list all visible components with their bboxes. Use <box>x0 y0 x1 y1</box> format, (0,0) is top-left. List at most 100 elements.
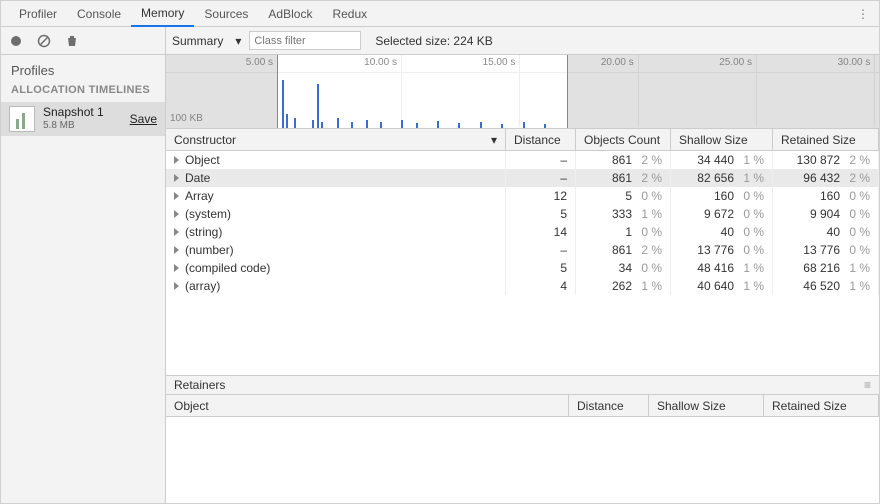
allocation-bar <box>380 122 382 128</box>
retained-size-cell: 9 9040 % <box>773 205 879 223</box>
col-objects-count[interactable]: Objects Count <box>576 129 671 150</box>
chevron-down-icon: ▾ <box>235 34 241 48</box>
distance-cell: – <box>506 241 576 259</box>
allocation-bar <box>458 123 460 128</box>
snapshot-name: Snapshot 1 <box>43 106 104 120</box>
overview-selection-handle-right[interactable] <box>567 55 879 128</box>
clear-icon[interactable] <box>37 34 51 48</box>
constructor-name: (string) <box>185 225 222 239</box>
objects-count-cell: 10 % <box>576 223 671 241</box>
allocation-bar <box>523 122 525 128</box>
trash-icon[interactable] <box>65 34 79 48</box>
allocation-bar <box>351 122 353 128</box>
tab-adblock[interactable]: AdBlock <box>258 1 322 26</box>
shallow-size-cell: 82 6561 % <box>671 169 773 187</box>
col-constructor[interactable]: Constructor ▾ <box>166 129 506 150</box>
shallow-size-cell: 400 % <box>671 223 773 241</box>
retainers-col-shallow[interactable]: Shallow Size <box>649 395 764 416</box>
record-icon[interactable] <box>9 34 23 48</box>
tab-profiler[interactable]: Profiler <box>9 1 67 26</box>
tab-memory[interactable]: Memory <box>131 1 194 27</box>
kebab-menu-icon[interactable]: ⋮ <box>847 7 879 21</box>
tab-sources[interactable]: Sources <box>194 1 258 26</box>
allocation-overview[interactable]: 5.00 s10.00 s15.00 s20.00 s25.00 s30.00 … <box>166 55 879 129</box>
allocation-bar <box>337 118 339 128</box>
constructor-name: Array <box>185 189 214 203</box>
table-row[interactable]: (number)–8612 %13 7760 %13 7760 % <box>166 241 879 259</box>
heap-table-body[interactable]: Object–8612 %34 4401 %130 8722 %Date–861… <box>166 151 879 375</box>
table-row[interactable]: (system)53331 %9 6720 %9 9040 % <box>166 205 879 223</box>
retained-size-cell: 130 8722 % <box>773 151 879 169</box>
shallow-size-cell: 34 4401 % <box>671 151 773 169</box>
allocation-bar <box>282 80 284 128</box>
allocation-bar <box>317 84 319 128</box>
retainers-col-retained[interactable]: Retained Size <box>764 395 879 416</box>
expand-icon[interactable] <box>174 282 179 290</box>
distance-cell: 4 <box>506 277 576 295</box>
allocation-bar <box>480 122 482 128</box>
objects-count-cell: 8612 % <box>576 151 671 169</box>
allocation-bar <box>294 118 296 128</box>
profiles-heading: Profiles <box>1 55 165 84</box>
summary-toolbar: Summary ▾ Selected size: 224 KB <box>166 27 879 55</box>
col-retained-size[interactable]: Retained Size <box>773 129 879 150</box>
allocation-bar <box>501 124 503 128</box>
retained-size-cell: 400 % <box>773 223 879 241</box>
expand-icon[interactable] <box>174 246 179 254</box>
retainers-heading: Retainers ≡ <box>166 375 879 395</box>
overview-tick: 15.00 s <box>483 57 516 68</box>
col-distance[interactable]: Distance <box>506 129 576 150</box>
tab-console[interactable]: Console <box>67 1 131 26</box>
table-row[interactable]: Date–8612 %82 6561 %96 4322 % <box>166 169 879 187</box>
objects-count-cell: 2621 % <box>576 277 671 295</box>
expand-icon[interactable] <box>174 210 179 218</box>
expand-icon[interactable] <box>174 192 179 200</box>
retained-size-cell: 46 5201 % <box>773 277 879 295</box>
expand-icon[interactable] <box>174 156 179 164</box>
retainers-menu-icon[interactable]: ≡ <box>864 378 871 392</box>
shallow-size-cell: 13 7760 % <box>671 241 773 259</box>
distance-cell: 14 <box>506 223 576 241</box>
objects-count-cell: 3331 % <box>576 205 671 223</box>
allocation-bar <box>312 120 314 128</box>
snapshot-item[interactable]: Snapshot 1 5.8 MB Save <box>1 102 165 136</box>
view-mode-label: Summary <box>172 34 223 48</box>
selected-size-label: Selected size: 224 KB <box>375 34 492 48</box>
allocation-timelines-heading: ALLOCATION TIMELINES <box>1 84 165 102</box>
allocation-bar <box>416 123 418 128</box>
shallow-size-cell: 40 6401 % <box>671 277 773 295</box>
retainers-body[interactable] <box>166 417 879 503</box>
shallow-size-cell: 9 6720 % <box>671 205 773 223</box>
objects-count-cell: 8612 % <box>576 241 671 259</box>
snapshot-save-link[interactable]: Save <box>130 112 157 126</box>
constructor-name: (compiled code) <box>185 261 270 275</box>
expand-icon[interactable] <box>174 174 179 182</box>
expand-icon[interactable] <box>174 264 179 272</box>
table-row[interactable]: (compiled code)5340 %48 4161 %68 2161 % <box>166 259 879 277</box>
overview-selection-handle-left[interactable] <box>166 55 278 128</box>
snapshot-size: 5.8 MB <box>43 120 104 132</box>
distance-cell: 5 <box>506 259 576 277</box>
retainers-col-object[interactable]: Object <box>166 395 569 416</box>
heap-table-header: Constructor ▾ Distance Objects Count Sha… <box>166 129 879 151</box>
shallow-size-cell: 48 4161 % <box>671 259 773 277</box>
table-row[interactable]: (string)1410 %400 %400 % <box>166 223 879 241</box>
table-row[interactable]: Object –8612 %34 4401 %130 8722 % <box>166 151 879 169</box>
class-filter-input[interactable] <box>249 31 361 50</box>
constructor-name: Object <box>185 153 220 167</box>
devtools-tabs: Profiler Console Memory Sources AdBlock … <box>1 1 879 27</box>
view-mode-select[interactable]: Summary ▾ <box>172 34 241 48</box>
allocation-bar <box>286 114 288 128</box>
table-row[interactable]: (array) 42621 %40 6401 %46 5201 % <box>166 277 879 295</box>
retained-size-cell: 1600 % <box>773 187 879 205</box>
expand-icon[interactable] <box>174 228 179 236</box>
sort-indicator-icon: ▾ <box>491 133 497 147</box>
retained-size-cell: 68 2161 % <box>773 259 879 277</box>
distance-cell: – <box>506 151 576 169</box>
constructor-name: (array) <box>185 279 220 293</box>
retainers-col-distance[interactable]: Distance <box>569 395 649 416</box>
table-row[interactable]: Array1250 %1600 %1600 % <box>166 187 879 205</box>
tab-redux[interactable]: Redux <box>322 1 377 26</box>
col-shallow-size[interactable]: Shallow Size <box>671 129 773 150</box>
distance-cell: 5 <box>506 205 576 223</box>
